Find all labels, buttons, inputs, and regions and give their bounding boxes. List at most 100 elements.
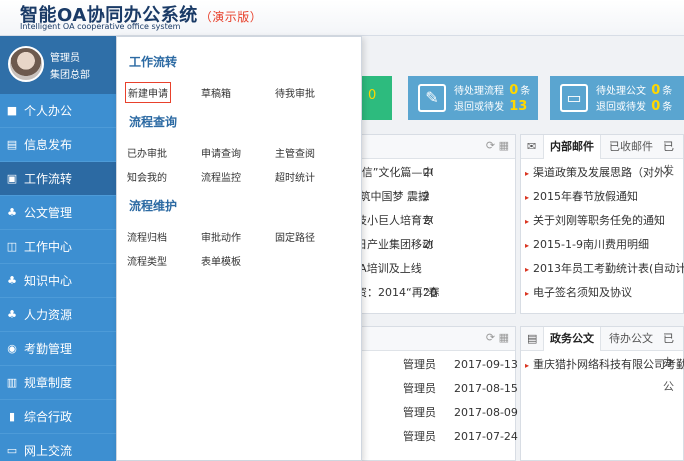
sidebar-item-label: 工作中心 (24, 240, 73, 254)
chat-icon: ▭ (6, 443, 18, 457)
bullet-icon: ▸ (525, 289, 530, 298)
mail-subject[interactable]: 2013年员工考勤统计表(自动计算 (533, 262, 684, 275)
dd-item-flow-type[interactable]: 流程类型 (127, 253, 167, 268)
tab-official-docs[interactable]: 政务公文 (543, 327, 601, 351)
sidebar-item-work-center[interactable]: ◫ 工作中心 (0, 230, 126, 264)
official-row[interactable]: ▸ 重庆猎扑网络科技有限公司考勤管 (525, 353, 684, 377)
sidebar-item-workflow[interactable]: ▣ 工作流转 (0, 162, 126, 196)
app-subtitle: Intelligent OA cooperative office system (20, 22, 181, 31)
panel-tools: ⟳ ▦ (486, 331, 509, 344)
tile-unit: 条 (662, 86, 673, 97)
briefcase-icon: ■ (6, 103, 18, 117)
dd-item-archive[interactable]: 流程归档 (127, 229, 167, 244)
work-date: 2017-08-15 (454, 382, 518, 395)
work-row[interactable]: 管理员 2017-09-13 (403, 353, 518, 377)
sidebar-item-label: 个人办公 (24, 104, 73, 118)
mail-row[interactable]: ▸ 渠道政策及发展思路（对外） (525, 161, 676, 185)
dd-item-manager-review[interactable]: 主管查阅 (275, 145, 315, 160)
tile-pending-flow-line1: 待处理流程 0条 (454, 82, 530, 98)
dd-item-new-request[interactable]: 新建申请 (125, 82, 171, 103)
dd-item-flow-monitor[interactable]: 流程监控 (201, 169, 241, 184)
sidebar-item-news[interactable]: ▤ 信息发布 (0, 128, 126, 162)
sidebar-item-rules[interactable]: ▥ 规章制度 (0, 366, 126, 400)
tile-green[interactable]: 0 (362, 76, 392, 120)
official-panel: ▤ 政务公文 待办公文 已办公 ▸ 重庆猎扑网络科技有限公司考勤管 (520, 326, 684, 461)
work-row[interactable]: 管理员 2017-08-09 (403, 401, 518, 425)
official-title[interactable]: 重庆猎扑网络科技有限公司考勤管 (533, 358, 684, 371)
dd-section-title: 工作流转 (129, 55, 178, 69)
bullet-icon: ▸ (525, 241, 530, 250)
refresh-icon[interactable]: ⟳ (486, 139, 495, 152)
dd-item-overtime-stats[interactable]: 超时统计 (275, 169, 315, 184)
dd-item-request-query[interactable]: 申请查询 (201, 145, 241, 160)
dd-item-approval-action[interactable]: 审批动作 (201, 229, 241, 244)
dd-item-notified[interactable]: 知会我的 (127, 169, 167, 184)
dd-item-awaiting-approval[interactable]: 待我审批 (275, 85, 315, 100)
tab-received-mail[interactable]: 已收邮件 (603, 135, 659, 159)
mail-subject[interactable]: 2015年春节放假通知 (533, 190, 638, 203)
mail-subject[interactable]: 关于刘刚等职务任免的通知 (533, 214, 665, 227)
bullet-icon: ▸ (525, 265, 530, 274)
sidebar-item-personal[interactable]: ■ 个人办公 (0, 94, 126, 128)
mail-panel-head: ✉ 内部邮件 已收邮件 已发 (521, 135, 683, 177)
tile-count: 0 (509, 83, 519, 98)
tile-label: 退回或待发 (454, 102, 504, 113)
tile-pending-flow[interactable]: ✎ 待处理流程 0条 退回或待发 13 (408, 76, 538, 120)
news-date: 2015-09-24 (423, 238, 433, 251)
sidebar-item-chat[interactable]: ▭ 网上交流 (0, 434, 126, 461)
tile-unit: 条 (662, 102, 673, 113)
notebook-icon: ▮ (8, 409, 16, 423)
mail-row[interactable]: ▸ 2013年员工考勤统计表(自动计算 (525, 257, 684, 281)
bullet-icon: ▸ (525, 193, 530, 202)
dd-item-done-approval[interactable]: 已办审批 (127, 145, 167, 160)
tab-pending-docs[interactable]: 待办公文 (603, 327, 659, 351)
briefcase-icon: ▭ (560, 84, 588, 112)
mail-subject[interactable]: 2015-1-9南川费用明细 (533, 238, 649, 251)
work-user: 管理员 (403, 430, 436, 443)
mail-row[interactable]: ▸ 2015年春节放假通知 (525, 185, 638, 209)
sidebar-item-label: 综合行政 (24, 410, 73, 424)
sidebar: 管理员 集团总部 ■ 个人办公 ▤ 信息发布 ▣ 工作流转 ♣ 公文管理 ◫ 工作中心 ♣… (0, 36, 126, 461)
tab-sent-mail[interactable]: 已发 (657, 135, 683, 177)
dd-item-drafts[interactable]: 草稿箱 (201, 85, 231, 100)
user-name: 管理员 (50, 53, 80, 64)
tab-done-docs[interactable]: 已办公 (657, 327, 683, 393)
tile-count: 0 (651, 99, 661, 114)
dd-item-fixed-path[interactable]: 固定路径 (275, 229, 315, 244)
mail-subject[interactable]: 渠道政策及发展思路（对外） (533, 166, 676, 179)
sidebar-item-admin[interactable]: ▮ 综合行政 (0, 400, 126, 434)
news-date: 2016-02-19 (423, 214, 433, 227)
tab-internal-mail[interactable]: 内部邮件 (543, 135, 601, 159)
user-dept: 集团总部 (50, 70, 90, 81)
tile-pending-doc[interactable]: ▭ 待处理公文 0条 退回或待发 0条 (550, 76, 684, 120)
work-user: 管理员 (403, 406, 436, 419)
tile-unit: 条 (520, 86, 531, 97)
mail-row[interactable]: ▸ 电子签名须知及协议 (525, 281, 632, 305)
mail-subject[interactable]: 电子签名须知及协议 (533, 286, 632, 299)
sidebar-item-hr[interactable]: ♣ 人力资源 (0, 298, 126, 332)
grid-icon[interactable]: ▦ (499, 139, 509, 152)
app-header: 智能OA协同办公系统 （演示版） Intelligent OA cooperati… (0, 0, 684, 36)
sidebar-item-label: 考勤管理 (24, 342, 73, 356)
official-panel-head: ▤ 政务公文 待办公文 已办公 (521, 327, 683, 393)
tile-label: 待处理公文 (596, 86, 646, 97)
sidebar-item-knowledge[interactable]: ♣ 知识中心 (0, 264, 126, 298)
work-user: 管理员 (403, 382, 436, 395)
grid-icon[interactable]: ▦ (499, 331, 509, 344)
work-row[interactable]: 管理员 2017-07-24 (403, 425, 518, 449)
work-row[interactable]: 管理员 2017-08-15 (403, 377, 518, 401)
dd-section-title: 流程维护 (129, 199, 178, 213)
sidebar-item-attendance[interactable]: ◉ 考勤管理 (0, 332, 126, 366)
dd-item-form-template[interactable]: 表单模板 (201, 253, 241, 268)
avatar[interactable] (8, 46, 44, 82)
tile-count: 0 (651, 83, 661, 98)
sidebar-item-label: 知识中心 (24, 274, 73, 288)
tile-count: 13 (509, 99, 528, 114)
workflow-dropdown: 工作流转 新建申请 草稿箱 待我审批 流程查询 已办审批 申请查询 主管查阅 知… (116, 36, 362, 461)
panel-tools: ⟳ ▦ (486, 139, 509, 152)
dd-section-title: 流程查询 (129, 115, 178, 129)
mail-row[interactable]: ▸ 关于刘刚等职务任免的通知 (525, 209, 665, 233)
sidebar-item-documents[interactable]: ♣ 公文管理 (0, 196, 126, 230)
mail-row[interactable]: ▸ 2015-1-9南川费用明细 (525, 233, 649, 257)
refresh-icon[interactable]: ⟳ (486, 331, 495, 344)
